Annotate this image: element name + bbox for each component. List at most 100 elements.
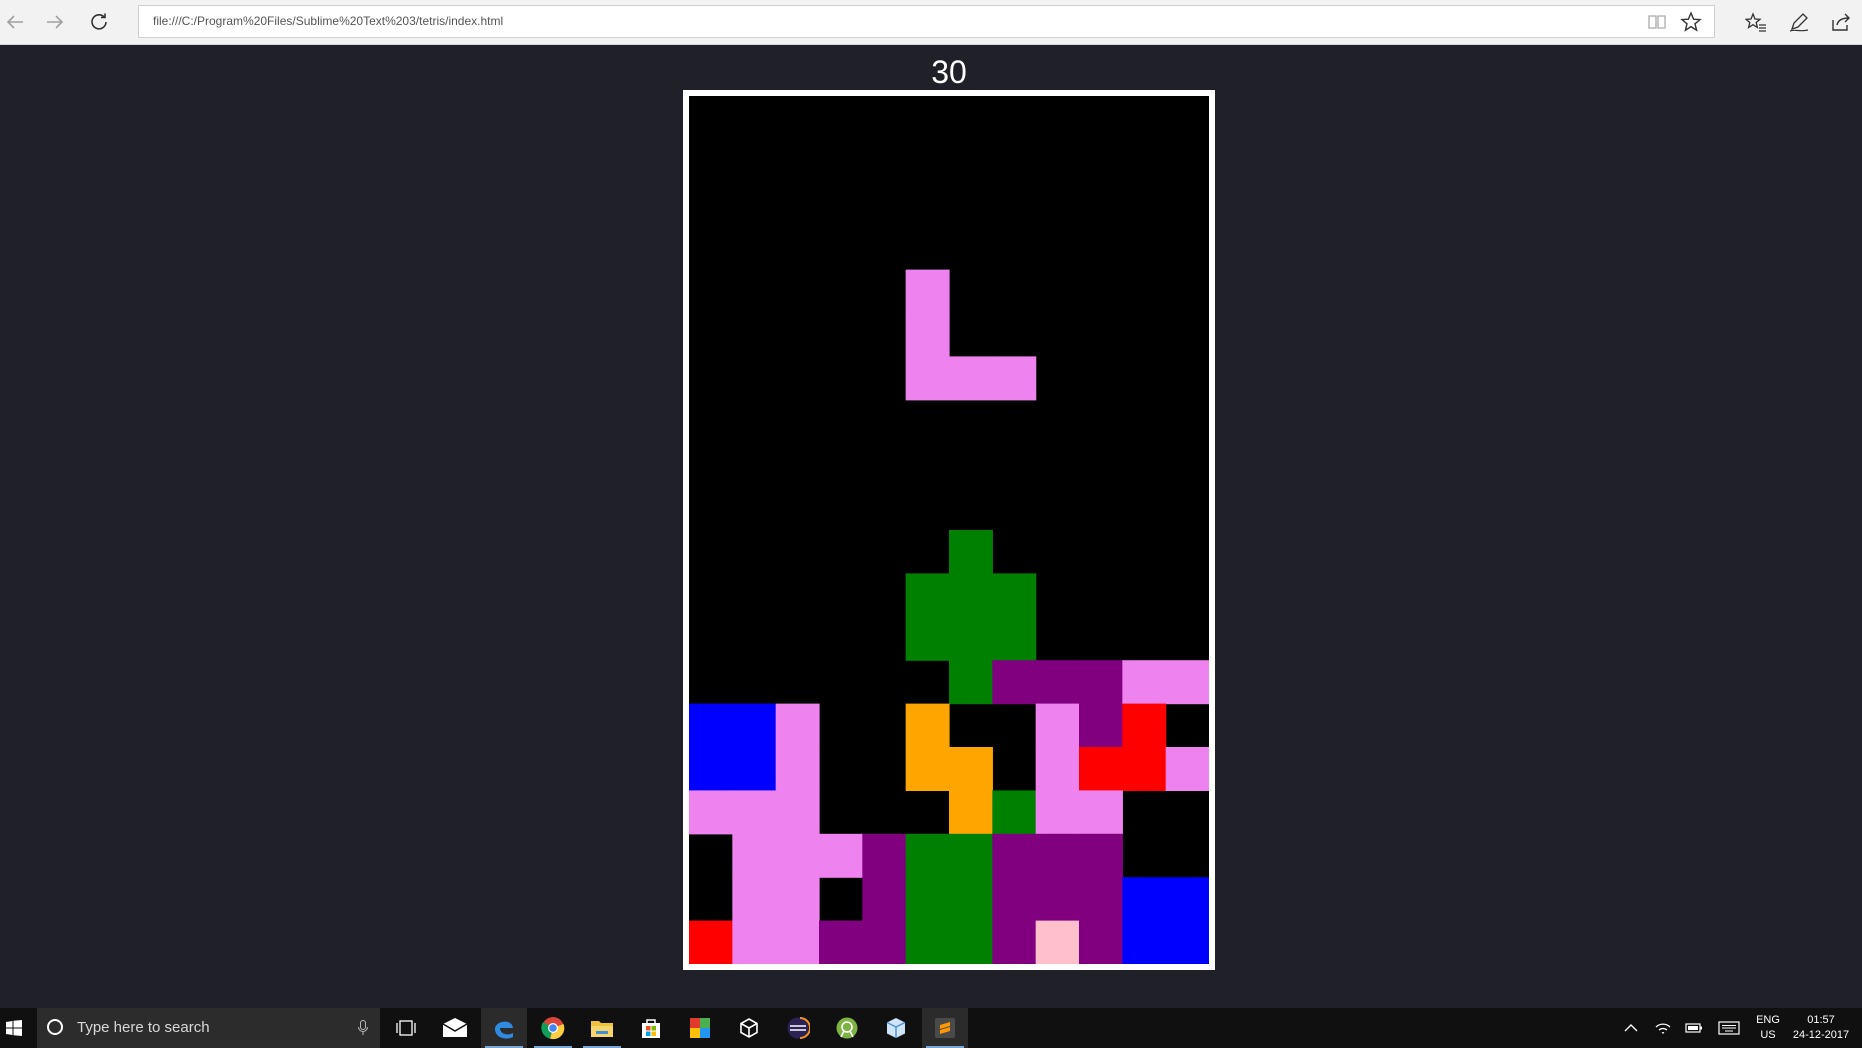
- back-button[interactable]: [0, 7, 30, 37]
- address-bar[interactable]: file:///C:/Program%20Files/Sublime%20Tex…: [138, 5, 1715, 38]
- forward-button[interactable]: [40, 7, 70, 37]
- locked-block: [1122, 877, 1167, 922]
- mail-button[interactable]: [432, 1008, 478, 1048]
- clock-time: 01:57: [1807, 1014, 1835, 1026]
- locked-block: [732, 920, 777, 964]
- android-studio-button[interactable]: [824, 1008, 870, 1048]
- edge-button[interactable]: [481, 1008, 527, 1048]
- forward-arrow-icon: [47, 15, 64, 29]
- mail-icon: [442, 1018, 468, 1037]
- tiles-app-button[interactable]: [677, 1008, 723, 1048]
- locked-block: [775, 920, 820, 964]
- locked-block: [905, 573, 950, 618]
- board-canvas: [689, 269, 1209, 964]
- locked-block: [1035, 790, 1080, 835]
- favorites-hub-button[interactable]: [1741, 7, 1771, 37]
- clock[interactable]: 01:57 24-12-2017: [1788, 1008, 1854, 1048]
- locked-block: [992, 920, 1037, 964]
- task-view-icon: [396, 1020, 416, 1036]
- locked-block: [1079, 833, 1123, 878]
- favorite-button[interactable]: [1676, 7, 1706, 37]
- locked-block: [949, 573, 993, 618]
- browser-toolbar: file:///C:/Program%20Files/Sublime%20Tex…: [0, 0, 1862, 45]
- locked-block: [905, 833, 950, 878]
- notes-button[interactable]: [1784, 7, 1814, 37]
- search-placeholder: Type here to search: [77, 1019, 210, 1036]
- falling-piece-block: [905, 313, 950, 357]
- falling-piece-block: [905, 269, 950, 314]
- locked-block: [1122, 920, 1167, 964]
- share-button[interactable]: [1826, 7, 1856, 37]
- show-hidden-icons-button[interactable]: [1620, 1008, 1642, 1048]
- locked-block: [905, 877, 950, 922]
- locked-block: [949, 920, 993, 964]
- keyboard-icon: [1718, 1021, 1740, 1035]
- locked-block: [905, 616, 950, 661]
- locked-block: [689, 747, 733, 791]
- file-explorer-button[interactable]: [579, 1008, 625, 1048]
- locked-block: [1122, 660, 1167, 705]
- battery-button[interactable]: [1683, 1008, 1705, 1048]
- file-explorer-icon: [591, 1021, 613, 1037]
- eclipse-icon: [787, 1017, 810, 1039]
- taskbar-search[interactable]: Type here to search: [37, 1008, 380, 1048]
- locked-block: [775, 877, 820, 922]
- url-text[interactable]: file:///C:/Program%20Files/Sublime%20Tex…: [153, 6, 503, 37]
- locked-block: [689, 790, 733, 835]
- sublime-text-icon: [935, 1018, 955, 1038]
- locked-block: [732, 877, 777, 922]
- locked-block: [689, 920, 733, 964]
- locked-block: [862, 877, 907, 922]
- locked-block: [732, 747, 777, 791]
- box-app-button[interactable]: [873, 1008, 919, 1048]
- locked-block: [905, 920, 950, 964]
- clock-date: 24-12-2017: [1792, 1029, 1850, 1041]
- locked-block: [1035, 747, 1080, 791]
- android-studio-icon: [836, 1017, 858, 1039]
- refresh-icon: [91, 13, 107, 30]
- locked-block: [949, 616, 993, 661]
- locked-block: [992, 616, 1037, 661]
- locked-block: [992, 877, 1037, 922]
- locked-block: [819, 833, 863, 878]
- tetris-board[interactable]: [689, 96, 1209, 964]
- cortana-icon: [47, 1019, 63, 1035]
- chrome-button[interactable]: [530, 1008, 576, 1048]
- locked-block: [1122, 747, 1167, 791]
- unity-button[interactable]: [726, 1008, 772, 1048]
- locked-block: [1079, 920, 1123, 964]
- locked-block: [992, 790, 1037, 835]
- locked-block: [819, 920, 863, 964]
- microphone-icon[interactable]: [358, 1020, 368, 1036]
- falling-piece-block: [949, 356, 993, 401]
- task-view-button[interactable]: [383, 1008, 429, 1048]
- star-icon: [1680, 11, 1702, 32]
- locked-block: [1035, 833, 1080, 878]
- start-button[interactable]: [0, 1008, 28, 1048]
- eclipse-button[interactable]: [775, 1008, 821, 1048]
- tiles-app-icon: [690, 1018, 710, 1038]
- locked-block: [1165, 747, 1209, 791]
- reading-view-button[interactable]: [1642, 7, 1672, 37]
- battery-icon: [1685, 1023, 1702, 1033]
- falling-piece-block: [992, 356, 1037, 401]
- locked-block: [992, 660, 1037, 705]
- locked-block: [949, 833, 993, 878]
- locked-block: [1079, 703, 1123, 748]
- store-button[interactable]: [628, 1008, 674, 1048]
- locked-block: [775, 747, 820, 791]
- locked-block: [1035, 703, 1080, 748]
- score-display: 30: [931, 54, 967, 90]
- locked-block: [1165, 877, 1209, 922]
- refresh-button[interactable]: [84, 7, 114, 37]
- sublime-text-button[interactable]: [922, 1008, 968, 1048]
- falling-piece-block: [905, 356, 950, 401]
- locked-block: [992, 573, 1037, 618]
- locked-block: [1079, 660, 1123, 705]
- network-button[interactable]: [1652, 1008, 1674, 1048]
- touch-keyboard-button[interactable]: [1716, 1008, 1742, 1048]
- language-indicator[interactable]: ENG US: [1752, 1008, 1784, 1048]
- pen-icon: [1789, 13, 1809, 32]
- locked-block: [732, 790, 777, 835]
- locked-block: [949, 660, 993, 705]
